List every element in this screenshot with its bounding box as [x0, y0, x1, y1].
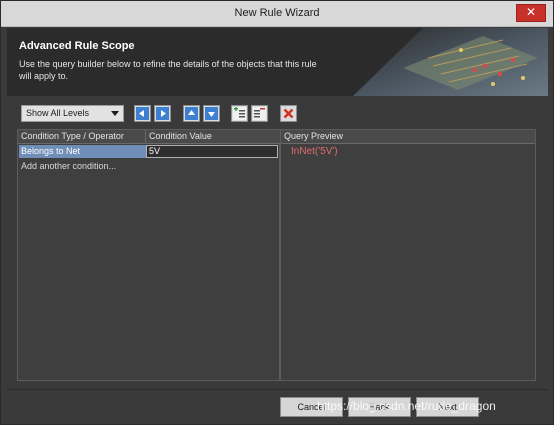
arrow-left-icon: [136, 107, 149, 120]
query-preview-header: Query Preview: [281, 130, 535, 144]
add-condition-icon: [233, 107, 246, 120]
footer-divider: [7, 389, 548, 390]
arrow-right-icon: [156, 107, 169, 120]
window-title: New Rule Wizard: [234, 7, 320, 19]
levels-select[interactable]: Show All Levels: [21, 105, 124, 122]
page-description: Use the query builder below to refine th…: [19, 59, 317, 81]
remove-condition-icon: [253, 107, 266, 120]
query-preview-panel: Query Preview InNet('5V'): [280, 129, 536, 381]
condition-value-field[interactable]: 5V: [146, 145, 278, 158]
delete-icon: [283, 108, 294, 119]
move-right-button[interactable]: [154, 105, 171, 122]
condition-grid: Condition Type / Operator Condition Valu…: [17, 129, 280, 381]
query-preview-text: InNet('5V'): [291, 146, 338, 157]
new-rule-wizard-window: New Rule Wizard ✕ Advanced Rule Scope Us…: [0, 0, 554, 425]
remove-condition-button[interactable]: [251, 105, 268, 122]
condition-type-cell[interactable]: Belongs to Net: [19, 145, 146, 158]
pcb-banner-image: [333, 28, 548, 96]
delete-button[interactable]: [280, 105, 297, 122]
add-another-condition-link[interactable]: Add another condition...: [21, 161, 116, 171]
levels-select-value: Show All Levels: [26, 108, 90, 118]
arrow-up-icon: [185, 107, 198, 120]
add-condition-button[interactable]: [231, 105, 248, 122]
move-up-button[interactable]: [183, 105, 200, 122]
column-header-value[interactable]: Condition Value: [146, 130, 280, 144]
chevron-down-icon: [111, 111, 119, 116]
move-left-button[interactable]: [134, 105, 151, 122]
move-down-button[interactable]: [203, 105, 220, 122]
page-title: Advanced Rule Scope: [19, 40, 135, 52]
arrow-down-icon: [205, 107, 218, 120]
close-button[interactable]: ✕: [516, 4, 546, 22]
title-bar: New Rule Wizard ✕: [1, 1, 553, 27]
wizard-header: Advanced Rule Scope Use the query builde…: [7, 28, 548, 96]
watermark-text: https://blog.csdn.net/rude_dragon: [317, 399, 496, 413]
column-header-type[interactable]: Condition Type / Operator: [18, 130, 146, 144]
